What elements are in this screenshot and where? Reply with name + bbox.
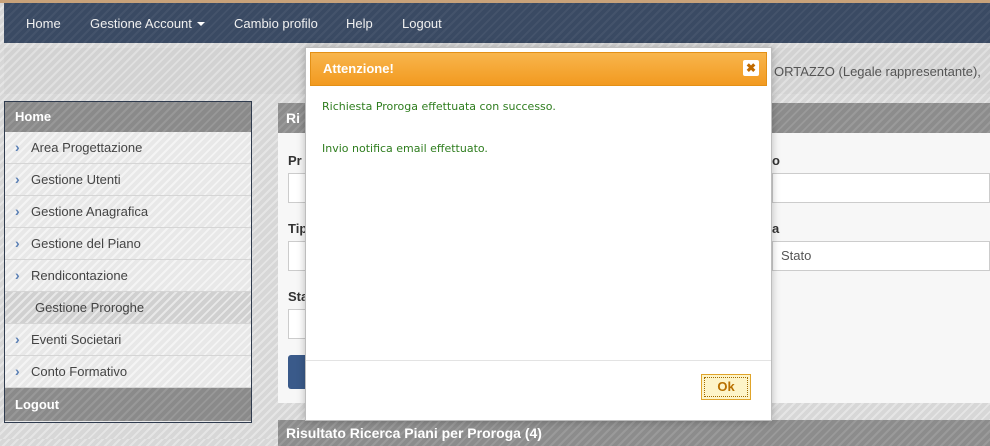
sidebar-item-gestione-del-piano[interactable]: › Gestione del Piano <box>5 228 251 260</box>
sidebar-item-label: Rendicontazione <box>31 268 128 283</box>
nav-cambio-profilo[interactable]: Cambio profilo <box>234 16 318 31</box>
sidebar-item-rendicontazione[interactable]: › Rendicontazione <box>5 260 251 292</box>
nav-logout[interactable]: Logout <box>402 16 442 31</box>
label-pr: Pr <box>288 153 302 168</box>
dialog-message-1: Richiesta Proroga effettuata con success… <box>322 100 556 113</box>
sidebar-header-home[interactable]: Home <box>5 102 251 132</box>
chevron-right-icon: › <box>15 267 20 283</box>
chevron-right-icon: › <box>15 363 20 379</box>
sidebar-item-label: Gestione Proroghe <box>35 300 145 315</box>
dialog-message-2: Invio notifica email effettuato. <box>322 142 488 155</box>
nav-gestione-account-label: Gestione Account <box>90 16 192 31</box>
select-stato[interactable]: Stato <box>772 241 990 271</box>
sidebar-item-eventi-societari[interactable]: › Eventi Societari <box>5 324 251 356</box>
results-header: Risultato Ricerca Piani per Proroga (4) <box>278 420 990 446</box>
alert-dialog: Attenzione! ✖ Richiesta Proroga effettua… <box>305 47 772 421</box>
user-info: ORTAZZO (Legale rappresentante), <box>774 64 981 79</box>
select-stato-value: Stato <box>781 248 812 263</box>
label-o: o <box>772 153 780 168</box>
nav-gestione-account[interactable]: Gestione Account <box>90 16 205 31</box>
ok-button[interactable]: Ok <box>701 374 751 400</box>
sidebar-item-label: Eventi Societari <box>31 332 122 347</box>
input-right-1[interactable] <box>772 173 990 203</box>
chevron-right-icon: › <box>15 139 20 155</box>
sidebar-item-area-progettazione[interactable]: › Area Progettazione <box>5 132 251 164</box>
chevron-right-icon: › <box>15 171 20 187</box>
nav-home[interactable]: Home <box>26 16 61 31</box>
chevron-right-icon: › <box>15 331 20 347</box>
nav-help[interactable]: Help <box>346 16 373 31</box>
sidebar-item-label: Gestione Anagrafica <box>31 204 149 219</box>
dialog-title: Attenzione! <box>323 61 394 76</box>
dialog-title-bar: Attenzione! ✖ <box>310 52 767 86</box>
label-a: a <box>772 221 780 236</box>
sidebar-item-label: Gestione Utenti <box>31 172 121 187</box>
chevron-right-icon: › <box>15 203 20 219</box>
sidebar-item-conto-formativo[interactable]: › Conto Formativo <box>5 356 251 388</box>
sidebar-item-label: Conto Formativo <box>31 364 128 379</box>
sidebar-logout[interactable]: Logout <box>5 388 251 421</box>
sidebar-item-gestione-anagrafica[interactable]: › Gestione Anagrafica <box>5 196 251 228</box>
sidebar-item-gestione-utenti[interactable]: › Gestione Utenti <box>5 164 251 196</box>
sidebar-item-label: Gestione del Piano <box>31 236 141 251</box>
chevron-right-icon: › <box>15 235 20 251</box>
dialog-divider <box>306 360 771 361</box>
sidebar-item-gestione-proroghe[interactable]: Gestione Proroghe <box>5 292 251 324</box>
sidebar-item-label: Area Progettazione <box>31 140 143 155</box>
close-icon[interactable]: ✖ <box>743 60 759 76</box>
sidebar-menu: Home › Area Progettazione › Gestione Utent… <box>4 101 252 423</box>
caret-down-icon <box>196 22 205 26</box>
top-navbar: Home Gestione Account Cambio profilo Hel… <box>4 3 990 43</box>
